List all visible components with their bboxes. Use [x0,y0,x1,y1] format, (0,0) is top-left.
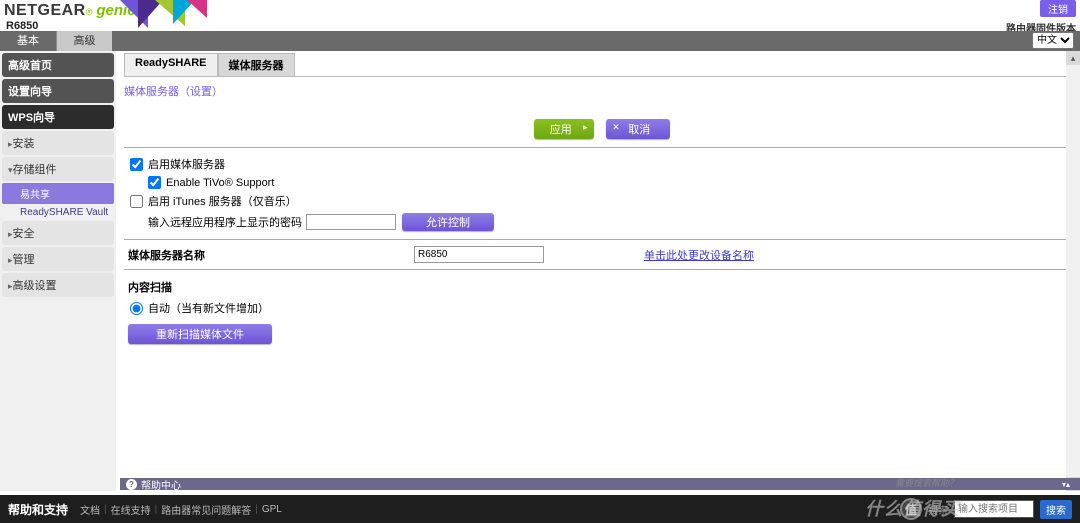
help-label: 帮助中心 [141,477,181,492]
row-server-name: 媒体服务器名称 单击此处更改设备名称 [124,246,1080,263]
help-icon: ? [126,479,137,490]
row-enable-tivo: Enable TiVo® Support [124,174,1080,191]
main-tabs: 基本 高级 中文 [0,31,1080,51]
search-label: 搜索 [928,502,948,517]
apply-button[interactable]: 应用▸ [534,119,594,139]
radio-scan-auto[interactable] [130,302,143,315]
action-buttons: 应用▸ ✕取消 [124,119,1080,139]
footer-link-docs[interactable]: 文档 [80,502,100,517]
row-scan-auto: 自动（当有新文件增加） [124,298,1080,318]
sidebar-install[interactable]: 安装 [2,131,114,155]
brand-circle-icon: 值 [900,498,922,520]
footer-title: 帮助和支持 [8,501,68,518]
label-password: 输入远程应用程序上显示的密码 [148,214,302,230]
sidebar-storage[interactable]: 存储组件 [2,157,114,181]
server-name-input[interactable] [414,246,544,263]
scroll-up-icon[interactable]: ▴ [1066,51,1080,65]
search-hint: 需要搜索帮助？ [895,476,958,489]
decorative-triangles [120,0,207,28]
sidebar-sub-readyshare[interactable]: 易共享 [2,183,114,204]
content-tabs: ReadySHARE 媒体服务器 [124,53,1080,77]
sidebar-wizard[interactable]: 设置向导 [2,79,114,103]
change-name-link[interactable]: 单击此处更改设备名称 [644,247,754,263]
checkbox-enable-media[interactable] [130,158,143,171]
scan-title: 内容扫描 [124,276,1080,298]
row-enable-itunes: 启用 iTunes 服务器（仅音乐） [124,191,1080,211]
sidebar-sub-vault[interactable]: ReadySHARE Vault [2,204,114,221]
footer-link-support[interactable]: 在线支持 [111,502,151,517]
tab-advanced[interactable]: 高级 [56,31,112,51]
cancel-x-icon: ✕ [612,122,620,133]
checkbox-enable-itunes[interactable] [130,195,143,208]
sidebar-manage[interactable]: 管理 [2,247,114,271]
label-enable-media: 启用媒体服务器 [148,156,225,172]
footer-link-gpl[interactable]: GPL [262,504,282,515]
reg-mark: ® [86,7,93,17]
footer: 帮助和支持 文档| 在线支持| 路由器常见问题解答| GPL 值 搜索 搜索 [0,495,1080,523]
label-enable-itunes: 启用 iTunes 服务器（仅音乐） [148,193,297,209]
cancel-button[interactable]: ✕取消 [606,119,670,139]
language-select[interactable]: 中文 [1032,32,1074,49]
page-subtitle: 媒体服务器（设置） [124,83,1080,99]
ctab-readyshare[interactable]: ReadySHARE [124,53,218,76]
rescan-button[interactable]: 重新扫描媒体文件 [128,324,272,344]
allow-control-button[interactable]: 允许控制 [402,213,494,231]
sidebar-security[interactable]: 安全 [2,221,114,245]
sidebar: 高级首页 设置向导 WPS向导 安装 存储组件 易共享 ReadySHARE V… [0,51,116,491]
password-input[interactable] [306,214,396,230]
footer-link-faq[interactable]: 路由器常见问题解答 [161,502,251,517]
sidebar-advanced-settings[interactable]: 高级设置 [2,273,114,297]
row-enable-media: 启用媒体服务器 [124,154,1080,174]
brand-text: NETGEAR [4,2,86,20]
label-enable-tivo: Enable TiVo® Support [166,177,274,189]
sidebar-home[interactable]: 高级首页 [2,53,114,77]
sidebar-wps[interactable]: WPS向导 [2,105,114,129]
footer-search-button[interactable]: 搜索 [1040,500,1072,519]
footer-search-input[interactable] [954,500,1034,518]
logout-button[interactable]: 注销 [1040,0,1076,17]
checkbox-enable-tivo[interactable] [148,176,161,189]
label-server-name: 媒体服务器名称 [124,247,414,263]
content-area: ReadySHARE 媒体服务器 媒体服务器（设置） 应用▸ ✕取消 启用媒体服… [116,51,1080,491]
ctab-media-server[interactable]: 媒体服务器 [218,53,295,76]
label-scan-auto: 自动（当有新文件增加） [148,300,269,316]
row-password: 输入远程应用程序上显示的密码 允许控制 [124,211,1080,233]
apply-arrow-icon: ▸ [583,122,588,133]
tab-basic[interactable]: 基本 [0,31,56,51]
help-collapse-icon[interactable]: ▾▴ [1062,480,1070,489]
scrollbar[interactable]: ▴ ▾ [1066,51,1080,491]
